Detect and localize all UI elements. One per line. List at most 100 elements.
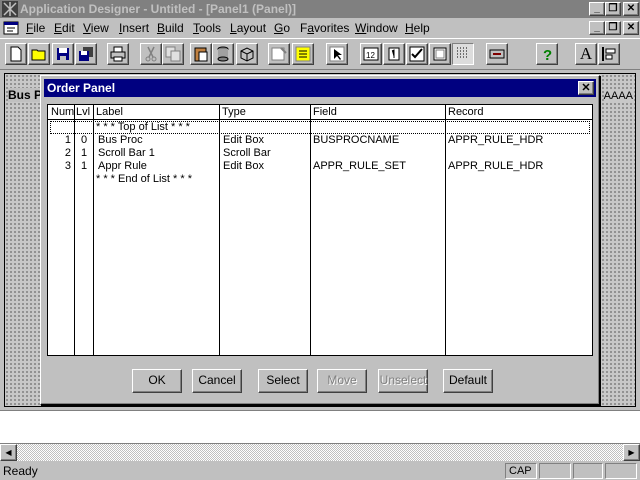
column-header-num[interactable]: Num <box>51 106 74 118</box>
cube-button[interactable] <box>236 43 258 65</box>
row-lvl: 0 <box>81 134 88 146</box>
scroll-left-button[interactable]: ◀ <box>0 444 17 461</box>
document-menu-icon[interactable] <box>3 20 19 36</box>
push-button-icon <box>489 49 505 59</box>
svg-text:12: 12 <box>366 51 375 60</box>
order-grid[interactable]: Num Lvl Label Type Field Record * * * To… <box>47 104 593 356</box>
frame-button[interactable] <box>429 43 451 65</box>
open-folder-icon <box>31 49 46 61</box>
menu-tools[interactable]: Tools <box>193 21 221 35</box>
move-button[interactable]: Move <box>317 369 367 393</box>
menu-layout[interactable]: Layout <box>230 21 266 35</box>
toolbar: 12 ? A <box>0 38 640 70</box>
row-label: Scroll Bar 1 <box>98 147 155 159</box>
row-type: Edit Box <box>223 134 264 146</box>
help-button[interactable]: ? <box>536 43 558 65</box>
menu-window[interactable]: Window <box>355 21 398 35</box>
build-button[interactable] <box>292 43 314 65</box>
row-lvl: 1 <box>81 147 88 159</box>
header-divider <box>48 119 592 120</box>
menu-view[interactable]: View <box>83 21 109 35</box>
scroll-track[interactable] <box>17 444 623 461</box>
new-button[interactable] <box>5 43 27 65</box>
row-num: 3 <box>64 160 71 172</box>
status-pane <box>605 463 637 479</box>
row-field: BUSPROCNAME <box>313 134 400 146</box>
child-minimize-button[interactable]: _ <box>589 21 605 35</box>
align-left-icon <box>602 47 616 61</box>
horizontal-scrollbar[interactable]: ◀ ▶ <box>0 444 640 461</box>
column-header-record[interactable]: Record <box>448 106 483 118</box>
menu-file[interactable]: File <box>26 21 45 35</box>
save-disk-icon <box>57 48 69 60</box>
bus-proc-field-label[interactable]: Bus P <box>8 88 43 102</box>
close-icon: ✕ <box>626 22 636 33</box>
pointer-button[interactable] <box>326 43 348 65</box>
ok-button[interactable]: OK <box>132 369 182 393</box>
top-of-list-row[interactable]: * * * Top of List * * * <box>96 121 190 133</box>
project-button[interactable] <box>268 43 290 65</box>
paste-icon <box>194 47 208 62</box>
copy-button[interactable] <box>162 43 184 65</box>
tab-order-icon: 12 <box>363 47 379 61</box>
close-button[interactable]: ✕ <box>623 2 639 16</box>
open-button[interactable] <box>28 43 50 65</box>
dialog-close-button[interactable]: ✕ <box>578 81 594 95</box>
scroll-right-button[interactable]: ▶ <box>623 444 640 461</box>
menu-help[interactable]: Help <box>405 21 430 35</box>
end-of-list-row[interactable]: * * * End of List * * * <box>96 173 192 185</box>
grid-toggle-button[interactable] <box>452 43 474 65</box>
row-type: Scroll Bar <box>223 147 271 159</box>
column-divider <box>310 105 311 355</box>
select-button[interactable]: Select <box>258 369 308 393</box>
dialog-title: Order Panel <box>47 81 116 95</box>
tab-order-button[interactable]: 12 <box>360 43 382 65</box>
cut-button[interactable] <box>140 43 162 65</box>
menu-go[interactable]: Go <box>274 21 290 35</box>
validate-button[interactable] <box>406 43 428 65</box>
save-all-button[interactable] <box>75 43 97 65</box>
paste-button[interactable] <box>190 43 212 65</box>
field-button[interactable] <box>383 43 405 65</box>
placeholder-text[interactable]: AAAA <box>603 90 633 102</box>
minimize-button[interactable]: _ <box>589 2 605 16</box>
column-header-lvl[interactable]: Lvl <box>76 106 90 118</box>
close-icon: ✕ <box>581 82 591 94</box>
child-restore-button[interactable]: ❐ <box>605 21 621 35</box>
push-button-button[interactable] <box>486 43 508 65</box>
default-button[interactable]: Default <box>443 369 493 393</box>
build-icon <box>295 46 311 62</box>
minimize-icon: _ <box>594 3 600 14</box>
column-header-label[interactable]: Label <box>96 106 123 118</box>
row-record: APPR_RULE_HDR <box>448 160 544 172</box>
scroll-lock-indicator <box>573 463 603 479</box>
menu-build[interactable]: Build <box>157 21 184 35</box>
cancel-button[interactable]: Cancel <box>192 369 242 393</box>
font-button[interactable]: A <box>575 43 597 65</box>
arrow-right-icon: ▶ <box>628 448 635 457</box>
save-button[interactable] <box>52 43 74 65</box>
app-title-bar[interactable]: Application Designer - Untitled - [Panel… <box>0 0 640 18</box>
child-close-button[interactable]: ✕ <box>623 21 639 35</box>
restore-button[interactable]: ❐ <box>605 2 621 16</box>
dialog-title-bar[interactable]: Order Panel ✕ <box>44 79 596 97</box>
unselect-button[interactable]: Unselect <box>378 369 428 393</box>
row-field: APPR_RULE_SET <box>313 160 406 172</box>
component-button[interactable] <box>212 43 234 65</box>
cylinder-icon <box>217 46 229 62</box>
frame-icon <box>433 47 447 61</box>
print-button[interactable] <box>107 43 129 65</box>
menu-favorites[interactable]: Favorites <box>300 21 349 35</box>
column-header-type[interactable]: Type <box>222 106 246 118</box>
menu-edit[interactable]: Edit <box>54 21 75 35</box>
status-bar: Ready CAP <box>0 461 640 480</box>
column-header-field[interactable]: Field <box>313 106 337 118</box>
output-area[interactable] <box>0 410 640 444</box>
align-button[interactable] <box>598 43 620 65</box>
save-all-icon <box>79 47 93 61</box>
column-divider <box>219 105 220 355</box>
column-divider <box>74 105 75 355</box>
restore-icon: ❐ <box>608 22 618 33</box>
menu-insert[interactable]: Insert <box>119 21 149 35</box>
copy-icon <box>165 46 181 62</box>
